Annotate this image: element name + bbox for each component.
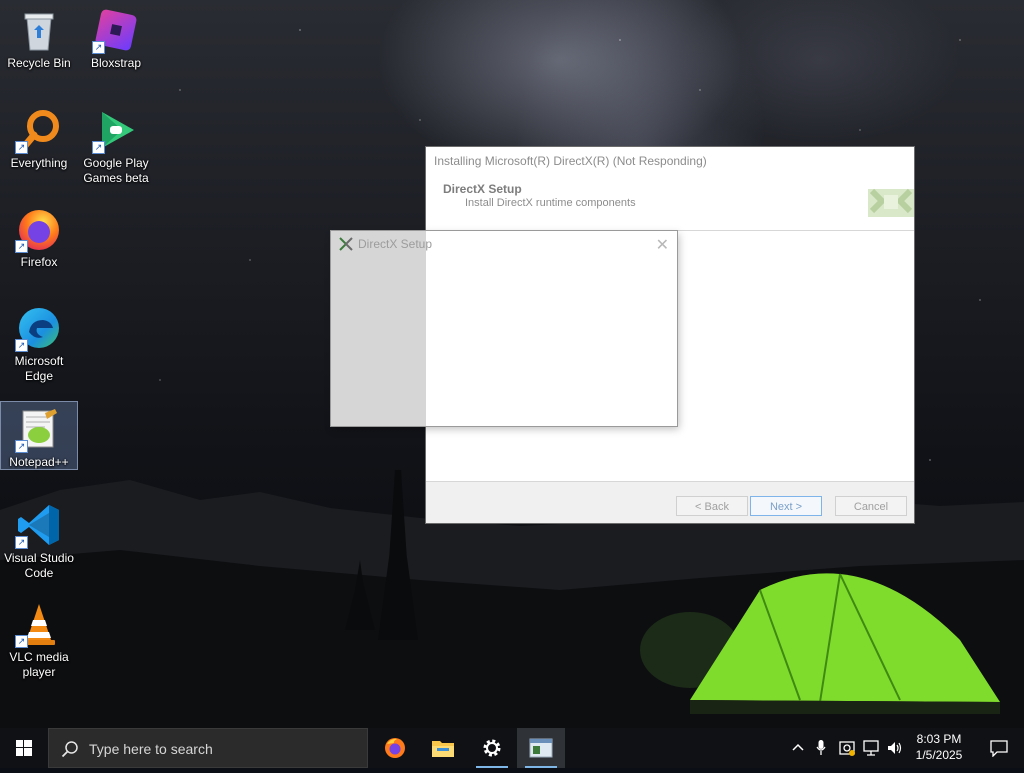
start-button[interactable] [0, 728, 48, 768]
desktop-icon-recycle-bin[interactable]: Recycle Bin [1, 6, 77, 71]
clock-date: 1/5/2025 [915, 748, 963, 762]
next-button[interactable]: Next > [750, 496, 822, 516]
dialog-ghost-region [331, 231, 426, 426]
notification-icon [990, 740, 1008, 757]
microsoft-edge-icon: ↗ [15, 304, 63, 352]
directx-logo-icon [868, 185, 914, 221]
desktop-icon-label: Bloxstrap [90, 56, 142, 70]
button-separator [426, 481, 914, 482]
window-title[interactable]: Installing Microsoft(R) DirectX(R) (Not … [426, 147, 914, 175]
desktop-icon-label: Microsoft Edge [14, 354, 64, 383]
dialog-title[interactable]: DirectX Setup [339, 237, 432, 251]
wizard-header-subtitle: Install DirectX runtime components [465, 197, 636, 209]
dialog-title-text: DirectX Setup [358, 237, 433, 251]
network-icon [863, 740, 879, 756]
search-placeholder: Type here to search [89, 741, 213, 757]
desktop-icon-bloxstrap[interactable]: ↗ Bloxstrap [78, 6, 154, 71]
notification-center-button[interactable] [978, 728, 1018, 768]
taskbar-firefox[interactable] [371, 728, 419, 768]
desktop-icon-everything[interactable]: ↗ Everything [1, 106, 77, 171]
speaker-icon [888, 742, 902, 754]
search-icon [61, 741, 78, 758]
shortcut-arrow-icon: ↗ [15, 240, 28, 253]
google-play-games-icon: ↗ [92, 106, 140, 154]
taskbar: Type here to search 8:03 PM 1/5/2025 [0, 728, 1024, 768]
windows-update-icon [839, 741, 855, 756]
file-explorer-icon [432, 741, 454, 757]
wizard-header-title: DirectX Setup [443, 182, 522, 196]
show-hidden-icons-button[interactable] [790, 728, 806, 768]
desktop-icon-label: VLC media player [9, 650, 69, 679]
desktop-icon-label: Recycle Bin [7, 56, 71, 70]
shortcut-arrow-icon: ↗ [15, 141, 28, 154]
shortcut-arrow-icon: ↗ [15, 536, 28, 549]
firefox-icon [385, 738, 405, 758]
shortcut-arrow-icon: ↗ [15, 339, 28, 352]
vlc-cone-icon: ↗ [15, 600, 63, 648]
chevron-up-icon [792, 743, 804, 751]
back-button[interactable]: < Back [676, 496, 748, 516]
microphone-icon [816, 740, 826, 755]
shortcut-arrow-icon: ↗ [15, 440, 28, 453]
windows-logo-icon [16, 740, 32, 756]
shortcut-arrow-icon: ↗ [92, 41, 105, 54]
desktop-icon-microsoft-edge[interactable]: ↗ Microsoft Edge [1, 304, 77, 384]
taskbar-file-explorer[interactable] [419, 728, 467, 768]
shortcut-arrow-icon: ↗ [92, 141, 105, 154]
bloxstrap-icon: ↗ [92, 6, 140, 54]
clock-time: 8:03 PM [916, 732, 962, 746]
microphone-tray[interactable] [812, 728, 830, 768]
settings-icon [483, 739, 501, 757]
desktop-icon-notepad-plus-plus[interactable]: ↗ Notepad++ [0, 401, 78, 470]
firefox-icon: ↗ [15, 205, 63, 253]
desktop-icon-vlc[interactable]: ↗ VLC media player [1, 600, 77, 680]
taskbar-clock[interactable]: 8:03 PM 1/5/2025 [904, 731, 974, 763]
everything-search-icon: ↗ [15, 106, 63, 154]
desktop-icon-firefox[interactable]: ↗ Firefox [1, 205, 77, 270]
directx-setup-icon [529, 738, 553, 758]
volume-tray[interactable] [884, 728, 904, 768]
desktop-icon-label: Notepad++ [9, 455, 69, 469]
network-tray[interactable] [860, 728, 880, 768]
cancel-button[interactable]: Cancel [835, 496, 907, 516]
directx-app-icon [339, 237, 353, 251]
visual-studio-code-icon: ↗ [15, 501, 63, 549]
desktop-icon-label: Everything [10, 156, 68, 170]
desktop-icon-google-play-games[interactable]: ↗ Google Play Games beta [78, 106, 154, 186]
desktop-icon-label: Visual Studio Code [4, 551, 74, 580]
shortcut-arrow-icon: ↗ [15, 635, 28, 648]
notepad-plus-plus-icon: ↗ [15, 405, 63, 453]
desktop-icon-visual-studio-code[interactable]: ↗ Visual Studio Code [1, 501, 77, 581]
close-icon[interactable]: ✕ [656, 235, 669, 255]
taskbar-settings[interactable] [468, 728, 516, 768]
update-tray[interactable] [836, 728, 856, 768]
taskbar-search-box[interactable]: Type here to search [48, 728, 368, 768]
taskbar-directx-setup[interactable] [517, 728, 565, 768]
recycle-bin-icon [15, 6, 63, 54]
desktop-icon-label: Firefox [20, 255, 58, 269]
directx-setup-dialog[interactable]: DirectX Setup ✕ [331, 231, 677, 426]
desktop-icon-label: Google Play Games beta [83, 156, 149, 185]
wizard-header: DirectX Setup Install DirectX runtime co… [426, 175, 914, 231]
